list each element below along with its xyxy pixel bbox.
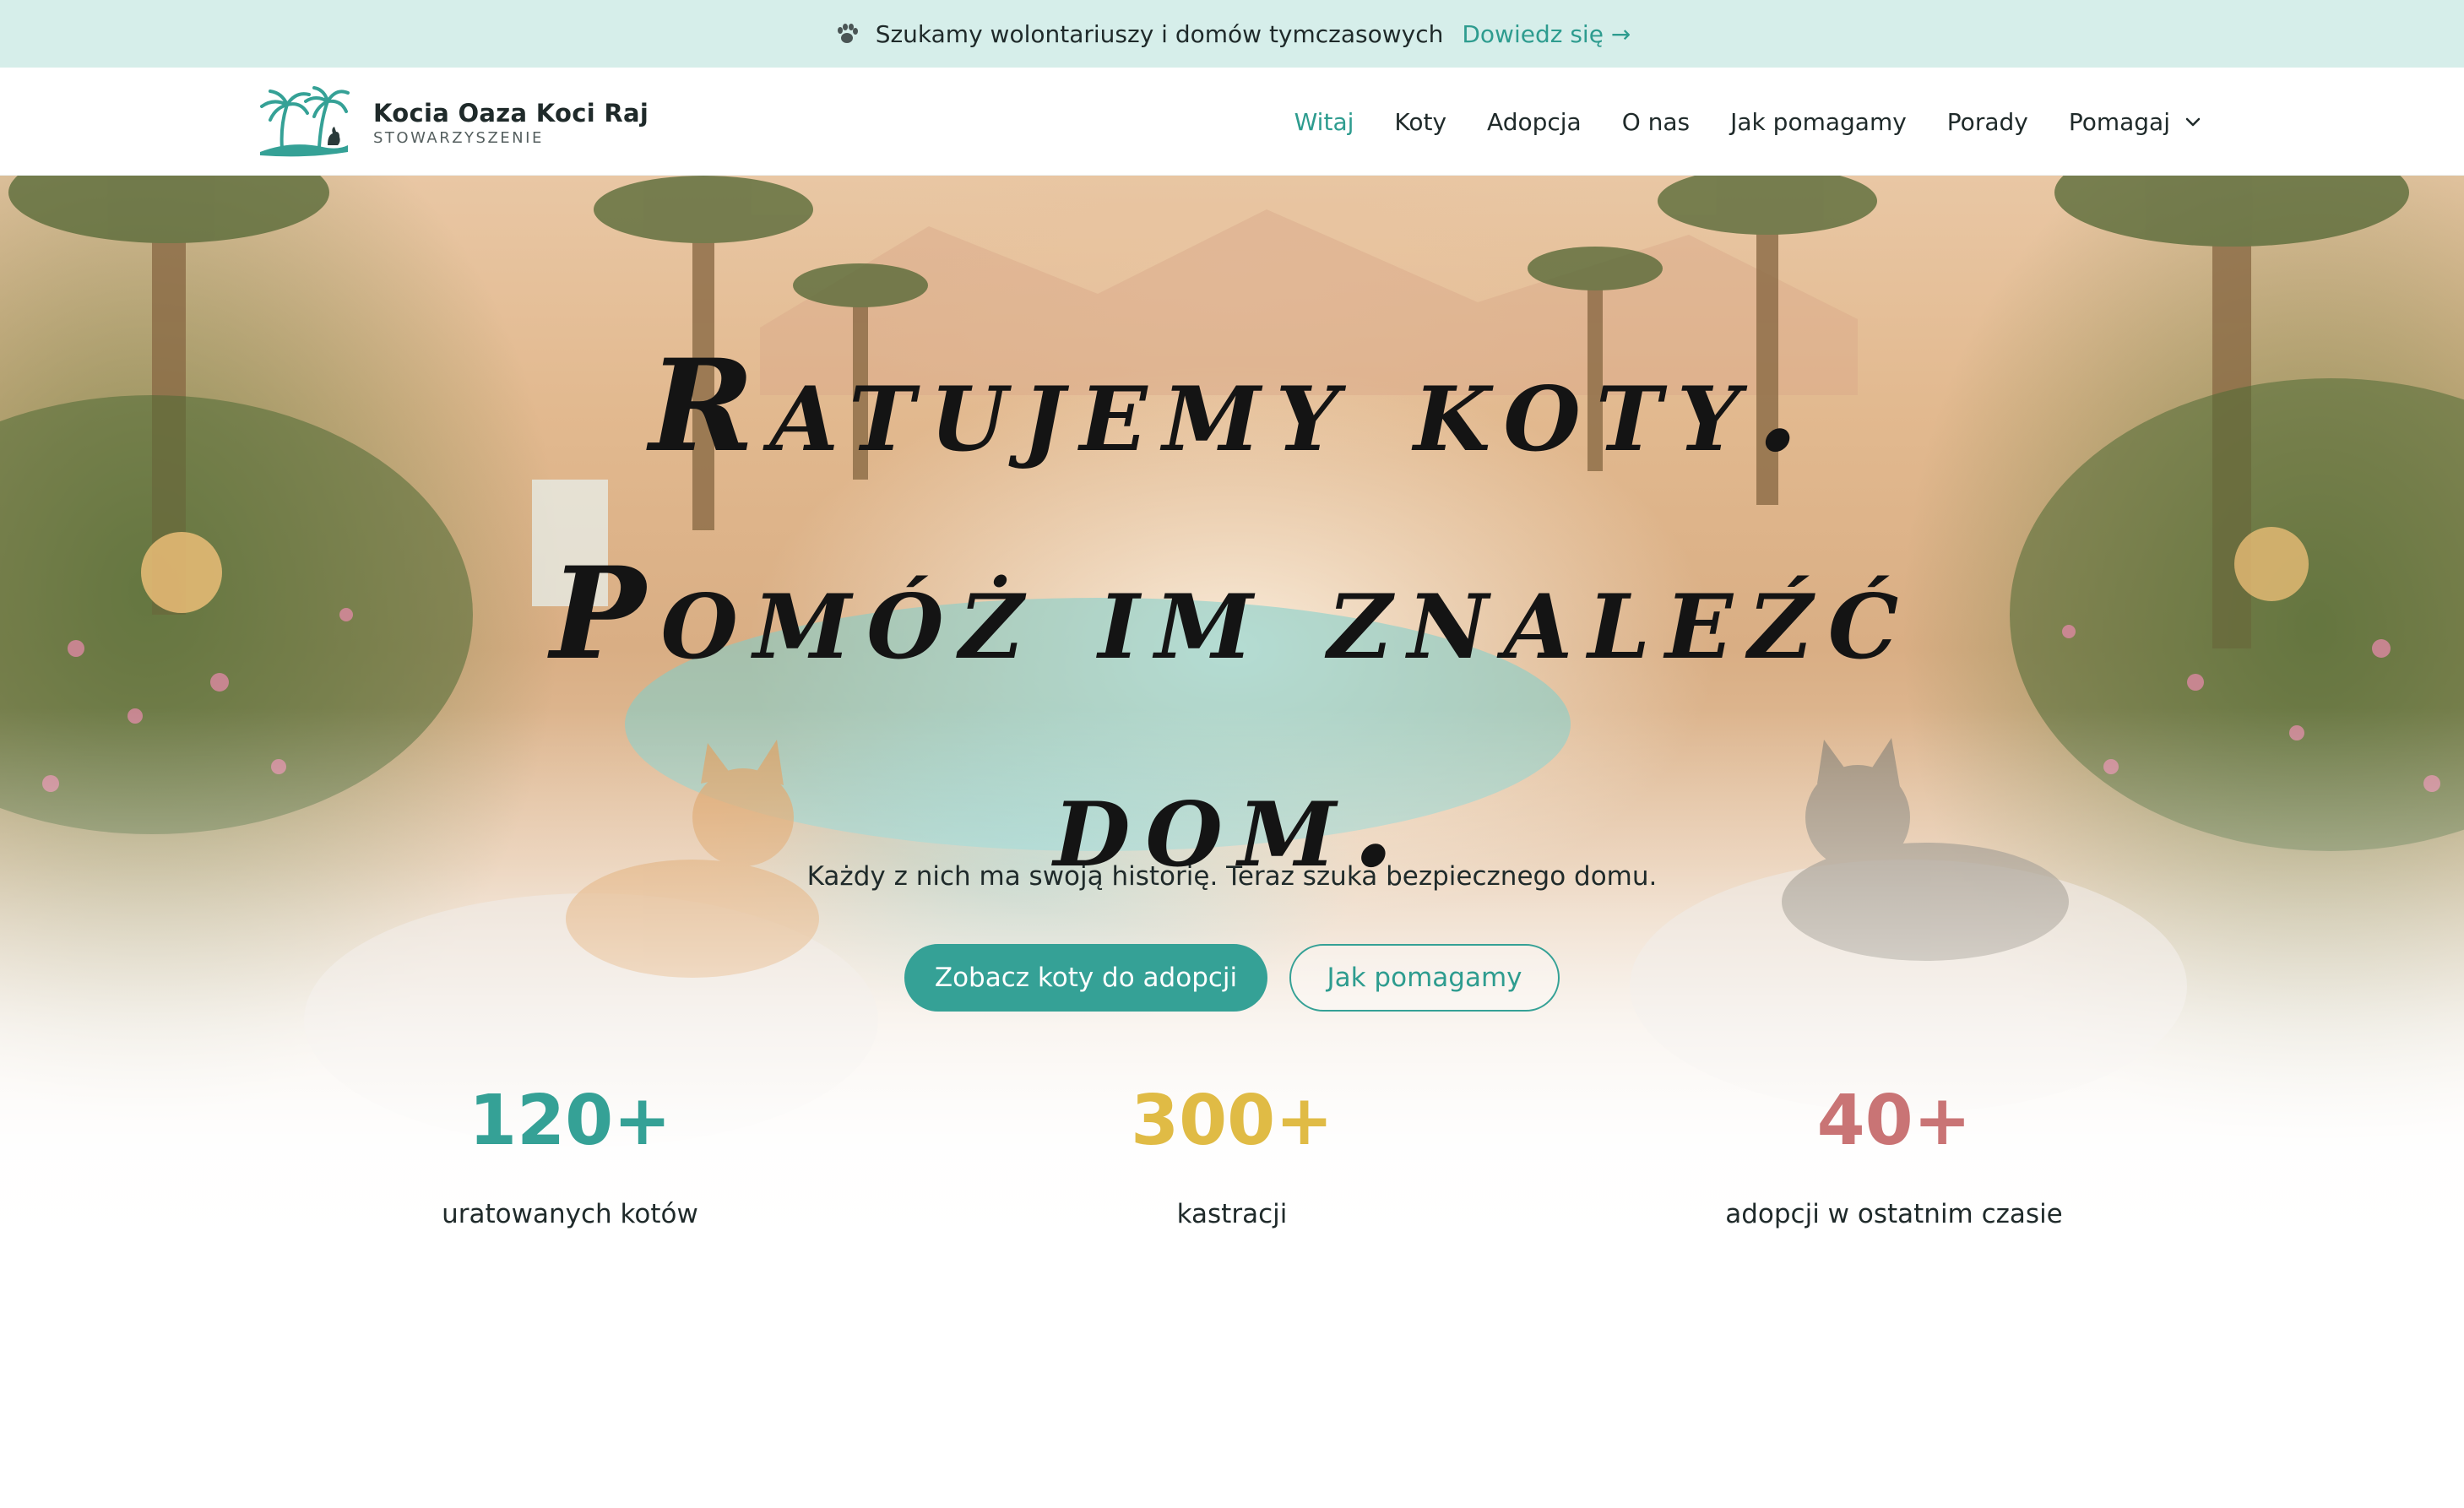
stat-rescued: 120+ uratowanych kotów [274, 1071, 866, 1229]
stat-label: kastracji [1176, 1199, 1288, 1229]
stat-adoptions: 40+ adopcji w ostatnim czasie [1598, 1071, 2190, 1229]
how-we-help-button[interactable]: Jak pomagamy [1289, 944, 1560, 1012]
stat-neutering: 300+ kastracji [936, 1071, 1528, 1229]
hero-section: Ratujemy koty. Pomóż im znaleźć dom. Każ… [0, 176, 2464, 1358]
hero-actions: Zobacz koty do adopcji Jak pomagamy [0, 944, 2464, 1012]
stat-value: 300+ [1131, 1081, 1333, 1161]
nav-item-pomagaj-label: Pomagaj [2068, 107, 2170, 136]
hero-title-line: dom. [1053, 747, 1411, 896]
site-header: Kocia Oaza Koci Raj STOWARZYSZENIE Witaj… [0, 68, 2464, 176]
paw-icon [837, 24, 858, 43]
nav-item-adopcja[interactable]: Adopcja [1487, 108, 1582, 136]
see-cats-for-adoption-button[interactable]: Zobacz koty do adopcji [904, 944, 1267, 1012]
nav-item-koty[interactable]: Koty [1394, 108, 1446, 136]
announcement-text: Szukamy wolontariuszy i domów tymczasowy… [875, 19, 1444, 48]
stat-value: 40+ [1816, 1081, 1972, 1161]
stats-section: 120+ uratowanych kotów 300+ kastracji 40… [0, 1071, 2464, 1256]
announcement-bar: Szukamy wolontariuszy i domów tymczasowy… [0, 0, 2464, 68]
nav-item-porady[interactable]: Porady [1947, 108, 2028, 136]
hero-subtitle: Każdy z nich ma swoją historię. Teraz sz… [806, 861, 1658, 892]
brand-subtitle: STOWARZYSZENIE [373, 128, 544, 147]
brand-logo[interactable]: Kocia Oaza Koci Raj STOWARZYSZENIE [257, 86, 649, 159]
palm-oasis-logo-icon [260, 86, 350, 157]
nav-item-jak-pomagamy[interactable]: Jak pomagamy [1730, 108, 1907, 136]
nav-item-o-nas[interactable]: O nas [1622, 108, 1690, 136]
main-nav: Witaj Koty Adopcja O nas Jak pomagamy Po… [1254, 68, 2202, 176]
hero-title-line: Pomóż im znaleźć [550, 540, 1914, 688]
stat-value: 120+ [469, 1081, 671, 1161]
nav-item-pomagaj[interactable]: Pomagaj [2069, 108, 2202, 136]
nav-item-witaj[interactable]: Witaj [1294, 108, 1354, 136]
brand-name: Kocia Oaza Koci Raj [373, 98, 649, 127]
learn-more-link[interactable]: Dowiedz się → [1462, 20, 1631, 48]
stat-label: adopcji w ostatnim czasie [1725, 1199, 2063, 1229]
stat-label: uratowanych kotów [442, 1199, 698, 1229]
hero-title: Ratujemy koty. Pomóż im znaleźć dom. [0, 302, 2464, 925]
hero-title-line: Ratujemy koty. [649, 332, 1815, 480]
chevron-down-icon [2185, 117, 2201, 127]
